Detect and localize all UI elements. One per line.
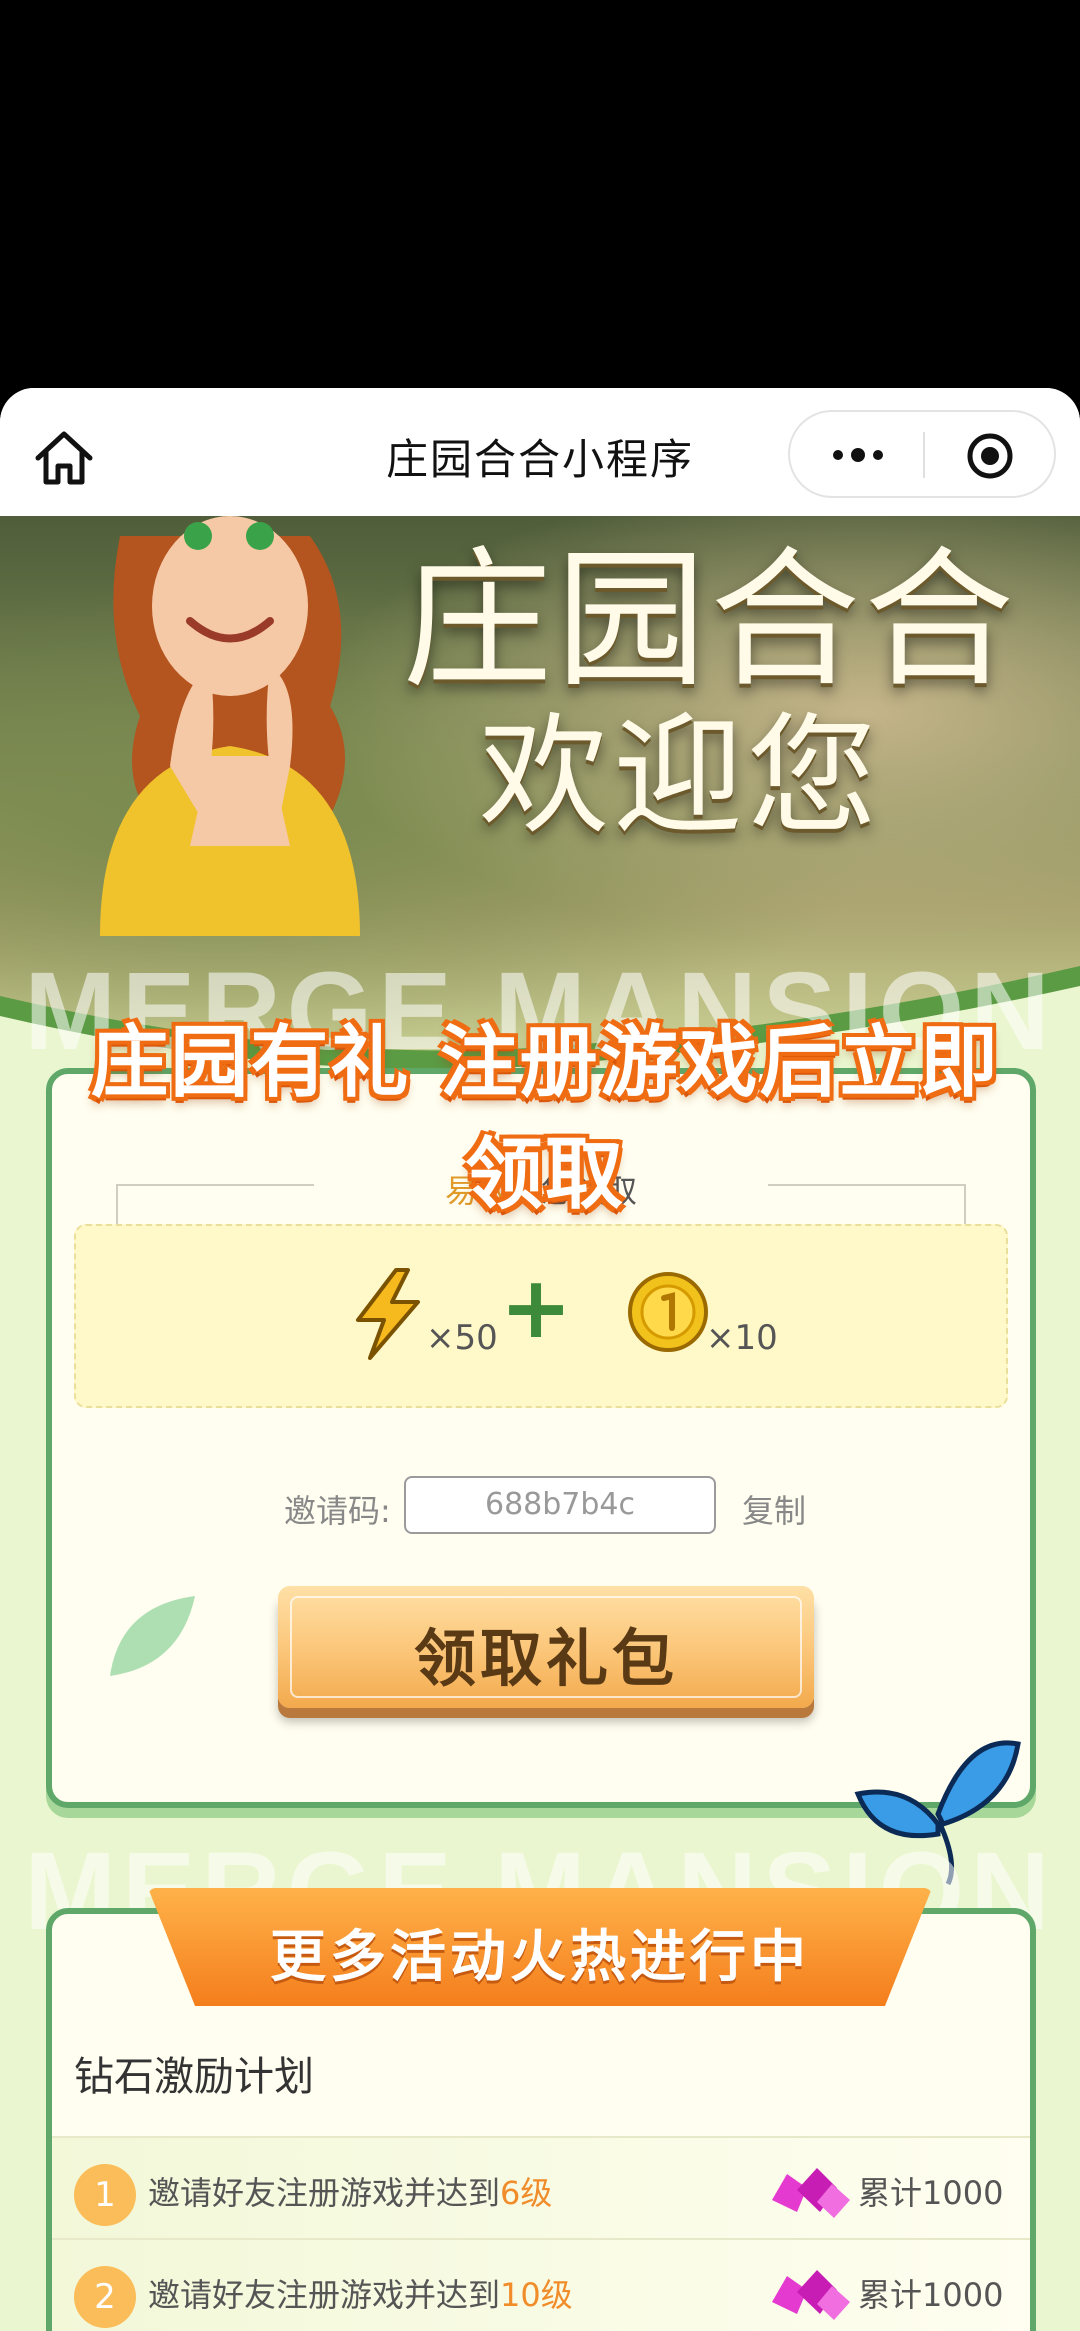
task-reward: 累计1000 [858, 2174, 1004, 2212]
task-row: 1 邀请好友注册游戏并达到6级 累计1000 [52, 2136, 1030, 2238]
capsule-menu [788, 410, 1056, 498]
hero-title-line2: 欢迎您 [478, 700, 881, 852]
reward-box: ×50 + ×10 [74, 1224, 1008, 1408]
gift-banner: 庄园有礼 注册游戏后立即领取 [90, 1018, 1000, 1220]
copy-button[interactable]: 复制 [742, 1486, 806, 1532]
hero-title-line1: 庄园合合 [401, 534, 1018, 708]
status-bar-area [0, 0, 1080, 388]
invite-code-field[interactable]: 688b7b4c [404, 1476, 716, 1534]
lightning-icon [356, 1268, 420, 1360]
coin-icon [628, 1272, 708, 1352]
leaf-decoration [110, 1596, 195, 1676]
task-description: 邀请好友注册游戏并达到 [148, 2174, 501, 2212]
task-text: 邀请好友注册游戏并达到10级 [148, 2270, 573, 2316]
diamond-icon [772, 2168, 850, 2218]
reward-energy-qty: ×50 [426, 1318, 498, 1358]
invite-code-row: 邀请码: 688b7b4c 复制 [52, 1476, 1030, 1536]
task-text: 邀请好友注册游戏并达到6级 [148, 2168, 552, 2214]
plus-sign: + [500, 1258, 573, 1358]
task-number: 2 [74, 2266, 136, 2328]
activity-section-title: 钻石激励计划 [74, 2054, 314, 2100]
task-description: 邀请好友注册游戏并达到 [148, 2276, 501, 2314]
diamond-icon [772, 2270, 850, 2320]
task-row: 2 邀请好友注册游戏并达到10级 累计1000 [52, 2238, 1030, 2331]
activities-banner: 更多活动火热进行中 [148, 1888, 932, 2006]
claim-gift-label: 领取礼包 [413, 1622, 678, 1695]
more-icon[interactable] [826, 434, 890, 476]
invite-code-label: 邀请码: [284, 1492, 391, 1530]
hero-title: 庄园合合 欢迎您 [380, 536, 1040, 846]
mini-program-page: 庄园合合小程序 庄园合合 欢迎您 MERGE MANSION 易敏邀您领取 ×5… [0, 388, 1080, 2331]
activities-banner-label: 更多活动火热进行中 [270, 1925, 810, 1990]
capsule-divider [923, 432, 925, 478]
reward-coin-qty: ×10 [706, 1318, 778, 1358]
task-number: 1 [74, 2164, 136, 2226]
nav-bar: 庄园合合小程序 [0, 388, 1080, 516]
task-level: 6级 [500, 2174, 553, 2212]
task-level: 10级 [500, 2276, 573, 2314]
claim-gift-button[interactable]: 领取礼包 [278, 1586, 814, 1708]
task-reward: 累计1000 [858, 2276, 1004, 2314]
close-miniprogram-icon[interactable] [966, 432, 1014, 480]
